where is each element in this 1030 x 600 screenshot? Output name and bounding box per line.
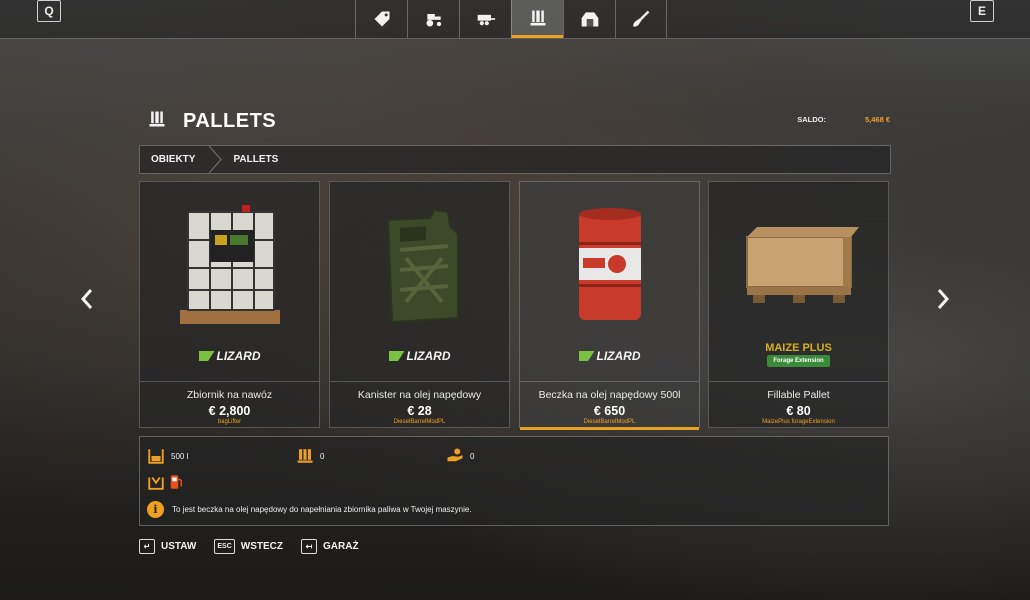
tractor-icon [426,14,441,27]
chevron-right-icon [937,289,950,309]
place-label: USTAW [161,540,197,552]
balance-value: 5,468 € [864,115,890,124]
page-header: PALLETS SALDO: 5,468 € [140,106,890,136]
item-info: Kanister na olej napędowy € 28 DieselBar… [330,381,509,430]
pallet-icon [149,111,165,127]
item-mod-name: bagLifter [217,419,242,425]
scroll-left-arrow[interactable] [79,287,95,311]
item-image [709,182,888,347]
brand-logo-maizeplus: MAIZE PLUS Forage Extension [709,343,888,367]
store-item-card[interactable]: LIZARD Zbiornik na nawóz € 2,800 bagLift… [139,181,320,428]
item-price: € 650 [593,404,626,418]
pallet-count-icon [297,449,313,463]
tab-vehicles[interactable] [407,0,459,38]
item-image [330,182,509,347]
item-price: € 28 [407,404,432,418]
breadcrumb: OBIEKTY PALLETS [139,145,891,174]
brand-logo: LIZARD [140,349,319,363]
item-details-panel: 500 l 0 0 i To jest beczka na olej napęd… [139,436,889,526]
brand-name: MAIZE PLUS [765,342,832,354]
category-tabs [355,0,667,38]
store-item-card[interactable]: MAIZE PLUS Forage Extension Fillable Pal… [708,181,889,428]
shovel-icon [633,10,650,27]
brand-logo: LIZARD [330,349,509,363]
barn-icon [581,12,598,27]
place-button[interactable]: ↵ USTAW [139,538,197,554]
jerrycan-icon [386,208,459,323]
cost-attribute: 0 [446,447,474,465]
capacity-value: 500 l [171,451,189,461]
item-mod-name: MaizePlus forageExtension [762,419,835,425]
brand-subtitle: Forage Extension [767,355,830,367]
chevron-left-icon [80,289,93,309]
item-info: Fillable Pallet € 80 MaizePlus forageExt… [709,381,888,430]
ibc-tank-icon [179,204,280,324]
tab-landscaping[interactable] [615,0,667,38]
top-menu-bar: Q E [0,0,1030,39]
price-tag-icon [374,11,389,27]
balance-label: SALDO: [797,115,826,124]
item-mod-name: DieselBarrelModPL [583,419,636,425]
backspace-key-icon: ↤ [301,538,317,554]
pallets-attribute: 0 [296,447,324,465]
store-item-card[interactable]: LIZARD Kanister na olej napędowy € 28 Di… [329,181,510,428]
item-mod-name: DieselBarrelModPL [393,419,446,425]
trailer-icon [477,14,495,26]
oil-barrel-icon [578,207,641,320]
fuel-pump-icon [170,475,182,489]
brand-logo: LIZARD [520,349,699,363]
item-price: € 2,800 [208,404,251,418]
info-icon: i [147,501,164,518]
prev-category-key[interactable]: Q [37,0,61,22]
item-info: Beczka na olej napędowy 500l € 650 Diese… [520,381,699,430]
item-info: Zbiornik na nawóz € 2,800 bagLifter [140,381,319,430]
tab-sales[interactable] [355,0,407,38]
back-button[interactable]: ESC WSTECZ [214,538,283,554]
item-name: Beczka na olej napędowy 500l [538,389,681,401]
enter-key-icon: ↵ [139,538,155,554]
wooden-pallet-icon [745,226,859,303]
breadcrumb-pallets: PALLETS [233,154,279,165]
container-capacity-icon [148,449,164,464]
item-name: Kanister na olej napędowy [357,389,482,401]
cost-value: 0 [470,451,475,461]
fill-type-attribute [147,473,191,491]
page-title: PALLETS [183,110,277,132]
escape-key-icon: ESC [214,538,235,554]
garage-button[interactable]: ↤ GARAŻ [301,538,359,554]
tab-objects[interactable] [511,0,563,38]
item-price: € 80 [786,404,811,418]
scroll-right-arrow[interactable] [935,287,951,311]
garage-label: GARAŻ [323,540,359,552]
breadcrumb-separator [209,146,223,173]
item-name: Zbiornik na nawóz [186,389,273,401]
item-image [140,182,319,347]
pallet-icon [530,10,545,25]
capacity-attribute: 500 l [147,447,188,465]
next-category-key[interactable]: E [970,0,994,22]
item-description: i To jest beczka na olej napędowy do nap… [147,501,472,518]
breadcrumb-objects[interactable]: OBIEKTY [140,154,209,165]
store-item-card-selected[interactable]: LIZARD Beczka na olej napędowy 500l € 65… [519,181,700,430]
tab-buildings[interactable] [563,0,615,38]
item-name: Fillable Pallet [767,389,830,401]
pallets-value: 0 [320,451,325,461]
tab-tools[interactable] [459,0,511,38]
fill-container-icon [148,476,164,490]
selection-indicator [520,427,699,430]
item-image [520,182,699,347]
description-text: To jest beczka na olej napędowy do napeł… [172,505,472,514]
back-label: WSTECZ [240,540,283,552]
hand-coins-icon [447,448,463,462]
store-items: LIZARD Zbiornik na nawóz € 2,800 bagLift… [139,181,891,431]
footer-actions: ↵ USTAW ESC WSTECZ ↤ GARAŻ [139,537,377,555]
